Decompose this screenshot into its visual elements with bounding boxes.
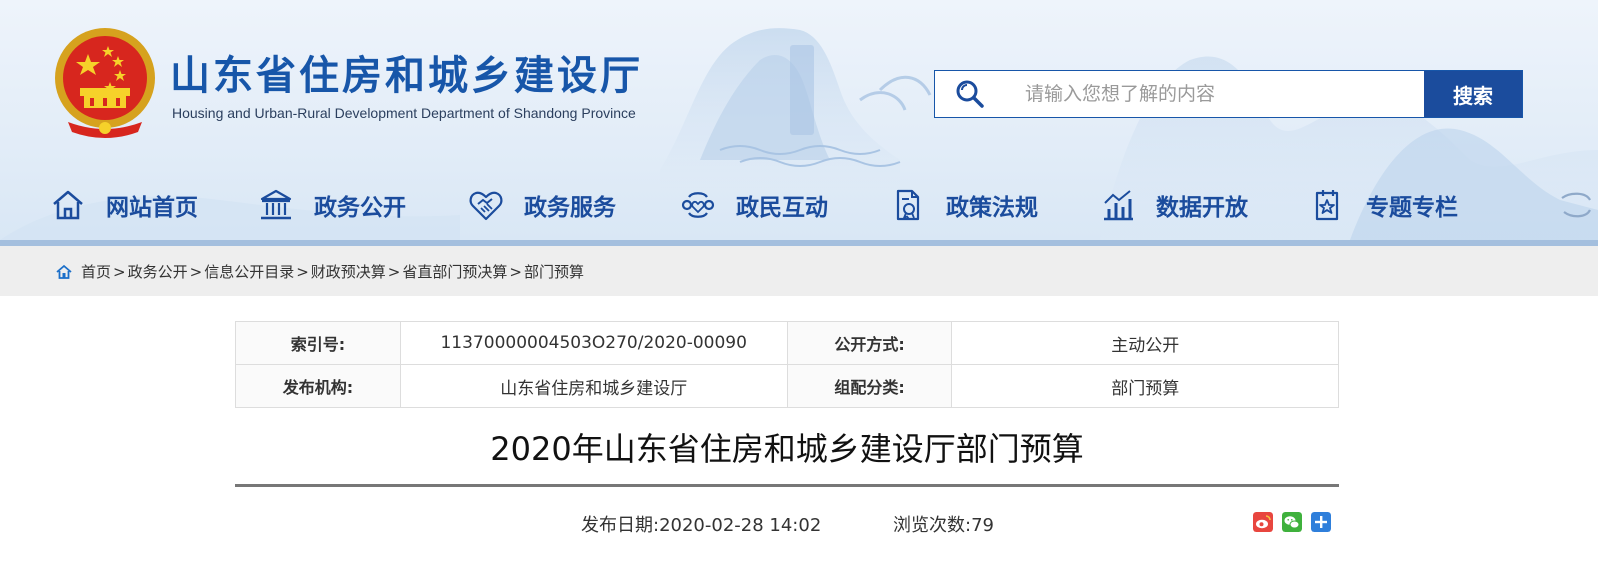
star-badge-icon xyxy=(1315,190,1339,221)
index-value: 11370000004503O270/2020-00090 xyxy=(399,321,788,365)
view-count: 浏览次数:79 xyxy=(893,515,994,536)
search-box: 搜索 xyxy=(934,70,1523,118)
publisher-value: 山东省住房和城乡建设厅 xyxy=(399,364,788,408)
breadcrumb-separator: > xyxy=(189,262,203,281)
category-value: 部门预算 xyxy=(951,364,1339,408)
search-input[interactable] xyxy=(1005,71,1424,117)
publish-date: 发布日期:2020-02-28 14:02 xyxy=(581,515,822,536)
policy-document-icon xyxy=(896,189,920,221)
nav-item-policy[interactable]: 政策法规 xyxy=(890,180,1038,230)
nav-item-government-services[interactable]: 政务服务 xyxy=(468,180,616,230)
wechat-icon[interactable] xyxy=(1282,512,1302,532)
publish-method-label: 公开方式: xyxy=(786,321,953,365)
index-label: 索引号: xyxy=(235,321,401,365)
breadcrumb-separator: > xyxy=(509,262,522,281)
nav-label: 政务服务 xyxy=(524,195,616,221)
publisher-label: 发布机构: xyxy=(235,364,401,408)
site-title: 山东省住房和城乡建设厅 xyxy=(170,53,643,99)
nav-item-home[interactable]: 网站首页 xyxy=(50,180,198,230)
breadcrumb-link-info-catalog[interactable]: 信息公开目录 xyxy=(204,261,294,282)
nav-label: 政民互动 xyxy=(736,195,828,221)
nav-item-special-topics[interactable]: 专题专栏 xyxy=(1310,180,1458,230)
plus-share-icon[interactable] xyxy=(1311,512,1331,532)
article-title: 2020年山东省住房和城乡建设厅部门预算 xyxy=(490,430,1084,468)
home-icon xyxy=(56,264,72,279)
breadcrumb-link-department-budget[interactable]: 部门预算 xyxy=(524,261,584,282)
nav-label: 专题专栏 xyxy=(1366,195,1458,221)
nav-item-interaction[interactable]: 政民互动 xyxy=(680,180,828,230)
breadcrumb-link-provincial-budget[interactable]: 省直部门预决算 xyxy=(402,261,507,282)
nav-label: 数据开放 xyxy=(1156,195,1248,221)
search-button[interactable]: 搜索 xyxy=(1424,71,1522,117)
weibo-icon[interactable] xyxy=(1253,512,1273,532)
nav-more-icon[interactable] xyxy=(1556,188,1592,224)
breadcrumb-separator: > xyxy=(387,262,401,281)
handshake-heart-icon xyxy=(469,191,503,221)
breadcrumb-separator: > xyxy=(296,262,309,281)
breadcrumb-link-fiscal-budget[interactable]: 财政预决算 xyxy=(311,261,386,282)
nav-label: 网站首页 xyxy=(106,195,198,221)
bar-chart-icon xyxy=(1104,190,1133,221)
category-label: 组配分类: xyxy=(786,364,953,408)
nav-item-open-data[interactable]: 数据开放 xyxy=(1100,180,1248,230)
nav-item-government-affairs[interactable]: 政务公开 xyxy=(258,180,406,230)
breadcrumb-link-government-affairs[interactable]: 政务公开 xyxy=(128,261,188,282)
national-emblem-logo xyxy=(55,28,155,138)
main-nav: 网站首页 政务公开 政务服务 政民互动 政策法规 数据开放 专题专栏 xyxy=(0,180,1598,230)
search-icon[interactable] xyxy=(935,71,1005,117)
table-row: 索引号: 11370000004503O270/2020-00090 公开方式:… xyxy=(235,321,1339,365)
table-row: 发布机构: 山东省住房和城乡建设厅 组配分类: 部门预算 xyxy=(235,364,1339,408)
site-header: 山东省住房和城乡建设厅 Housing and Urban-Rural Deve… xyxy=(0,0,1598,240)
breadcrumb-link-home[interactable]: 首页 xyxy=(81,261,111,282)
publish-method-value: 主动公开 xyxy=(951,321,1339,365)
interaction-icon xyxy=(681,192,715,218)
breadcrumb-bar: 首页 > 政务公开 > 信息公开目录 > 财政预决算 > 省直部门预决算 > 部… xyxy=(0,246,1598,296)
breadcrumb-separator: > xyxy=(113,262,126,281)
title-divider xyxy=(235,484,1339,487)
nav-label: 政策法规 xyxy=(946,195,1038,221)
nav-label: 政务公开 xyxy=(314,195,406,221)
document-meta-table: 索引号: 11370000004503O270/2020-00090 公开方式:… xyxy=(235,321,1339,408)
government-building-icon xyxy=(260,189,292,220)
site-subtitle: Housing and Urban-Rural Development Depa… xyxy=(172,105,636,121)
home-icon xyxy=(53,190,83,220)
breadcrumb: 首页 > 政务公开 > 信息公开目录 > 财政预决算 > 省直部门预决算 > 部… xyxy=(55,261,584,282)
